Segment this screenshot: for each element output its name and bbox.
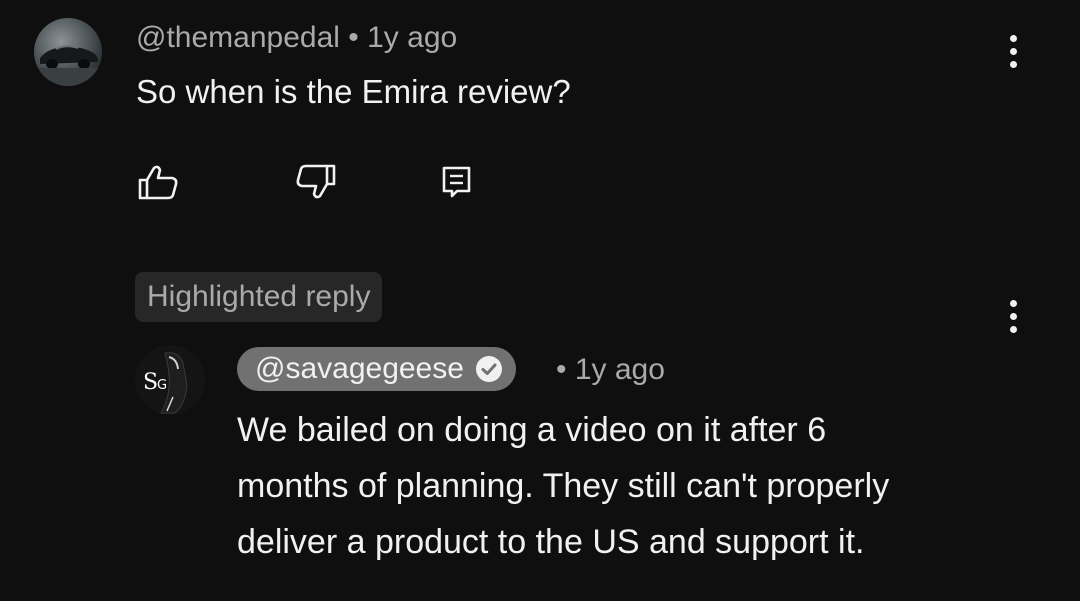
channel-avatar[interactable]: S G [135,345,205,415]
comment-time[interactable]: 1y ago [367,21,457,54]
meta-separator: • [556,353,575,386]
dislike-button[interactable] [292,158,340,206]
comment-author[interactable]: @themanpedal [136,21,340,54]
comment-text: So when is the Emira review? [136,73,571,110]
reply-text-line: months of planning. They still can't pro… [237,467,890,505]
thumbs-up-icon [138,165,178,200]
like-button[interactable] [134,158,182,206]
reply-button[interactable] [433,158,481,206]
more-vertical-icon-dot [1009,60,1017,68]
highlighted-reply-badge: Highlighted reply [135,272,383,322]
reply-time[interactable]: 1y ago [575,353,665,386]
more-vertical-icon-dot [1009,325,1017,333]
more-vertical-icon-dot [1009,34,1017,42]
avatar-letter-s: S [143,370,158,395]
reply-text-line: We bailed on doing a video on it after 6 [237,411,827,449]
verified-check-icon [475,356,502,382]
thumbs-down-icon [296,164,336,199]
reply-text-line: deliver a product to the US and support … [237,523,865,561]
more-vertical-icon-dot [1009,47,1017,55]
reply-more-button[interactable] [993,292,1033,340]
comment-meta: @themanpedal • 1y ago [136,18,457,58]
car-photo-icon [34,45,102,86]
more-vertical-icon-dot [1009,299,1017,307]
more-vertical-icon-dot [1009,312,1017,320]
reply-author: @savagegeese [255,352,464,385]
commenter-avatar[interactable] [34,18,102,86]
meta-separator: • [339,21,368,54]
avatar-letter-g: G [157,378,167,393]
reply-icon [442,166,471,198]
reply-text: We bailed on doing a video on it after 6… [237,402,1037,570]
reply-author-chip[interactable]: @savagegeese [237,347,516,391]
reply-meta: • 1y ago [556,350,665,390]
comment-more-button[interactable] [993,27,1033,75]
savagegeese-logo-icon: S G [135,345,205,415]
